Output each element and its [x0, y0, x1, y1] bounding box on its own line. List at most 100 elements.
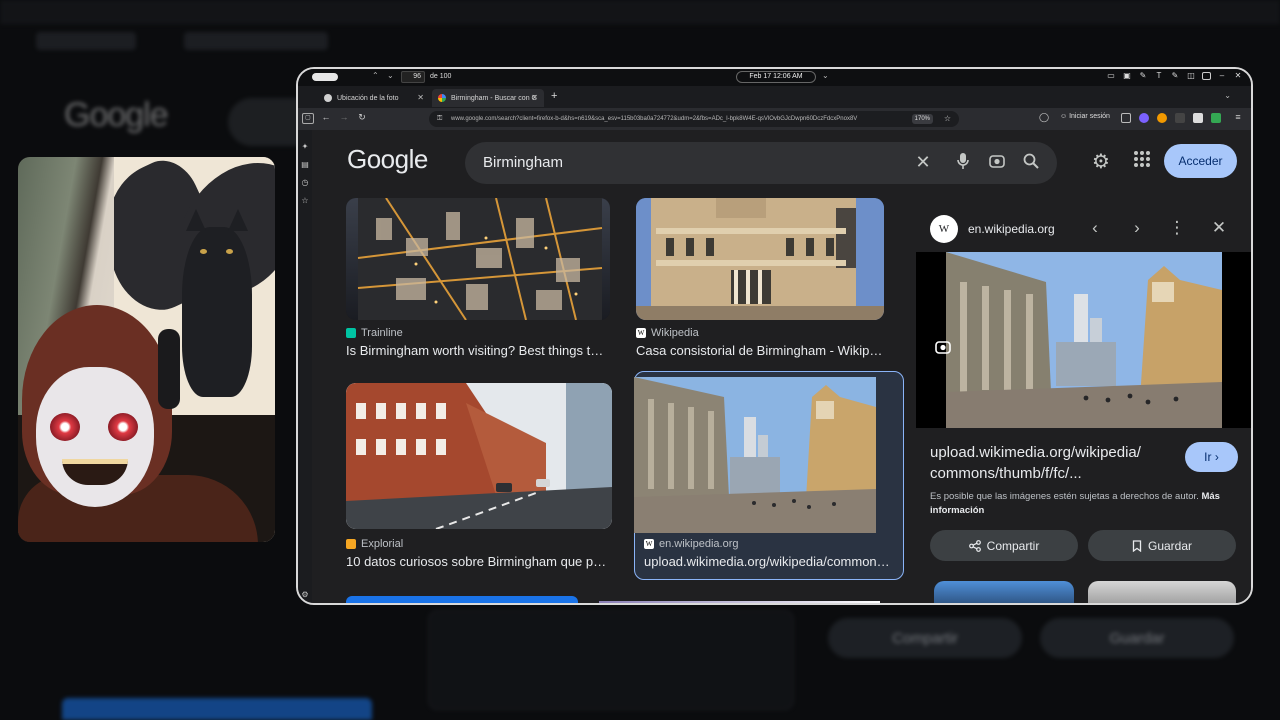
window-close-icon[interactable]: ✕: [1233, 71, 1243, 81]
result-title[interactable]: Is Birmingham worth visiting? Best thing…: [346, 343, 608, 358]
result-image-partial[interactable]: [599, 601, 880, 603]
pen-icon[interactable]: ✎: [1138, 71, 1148, 81]
tab-birmingham-search[interactable]: Birmingham - Buscar con G ✕: [432, 89, 544, 107]
split-icon[interactable]: ◫: [1186, 71, 1196, 81]
panel-image-url[interactable]: upload.wikimedia.org/wikipedia/ commons/…: [930, 442, 1170, 484]
signin-label: Iniciar sesión: [1069, 113, 1110, 120]
back-icon[interactable]: ←: [320, 112, 332, 122]
share-label: Compartir: [986, 538, 1040, 553]
visit-button[interactable]: Ir ›: [1185, 442, 1238, 472]
result-title[interactable]: Casa consistorial de Birmingham - Wikipe…: [636, 343, 884, 358]
result-source[interactable]: Explorial: [346, 538, 403, 550]
background-tab: [184, 32, 328, 50]
bookmarks-icon[interactable]: ☆: [300, 196, 310, 206]
tab-list-icon[interactable]: ⌄: [1224, 91, 1231, 100]
background-blue-bar: [62, 698, 372, 720]
zoom-badge[interactable]: 170%: [911, 114, 933, 124]
tab-bar: Ubicación de la foto ✕ Birmingham - Busc…: [298, 86, 1251, 108]
result-image-street[interactable]: [346, 383, 612, 529]
system-bar: ⌃ ⌄ 96 de 100 Feb 17 12:06 AM ⌄ ▭ ▣ ✎ T …: [298, 69, 1251, 86]
result-source[interactable]: Trainline: [346, 327, 403, 339]
search-box[interactable]: Birmingham ✕: [465, 142, 1057, 184]
apps-icon[interactable]: [1134, 151, 1150, 167]
mask-eye: [50, 413, 80, 441]
tab-photo-location[interactable]: Ubicación de la foto ✕: [318, 89, 430, 107]
related-image-partial[interactable]: [1088, 581, 1236, 603]
minimize-icon[interactable]: –: [1217, 71, 1227, 81]
mic-icon[interactable]: [953, 152, 973, 175]
lens-icon[interactable]: [987, 152, 1007, 175]
chevron-right-icon[interactable]: ›: [1127, 218, 1147, 238]
result-source-label: Wikipedia: [651, 327, 699, 339]
reload-icon[interactable]: ↻: [356, 112, 368, 123]
forward-icon[interactable]: →: [338, 112, 350, 122]
extension-icon[interactable]: [1157, 113, 1167, 123]
wikipedia-favicon: W: [930, 215, 958, 243]
chevron-left-icon[interactable]: ‹: [1085, 218, 1105, 238]
history-icon[interactable]: ◷: [300, 178, 310, 188]
visit-label: Ir: [1204, 450, 1212, 464]
shield-icon[interactable]: ◯: [1038, 112, 1050, 123]
result-source[interactable]: W Wikipedia: [636, 327, 699, 339]
settings-icon[interactable]: ⚙: [1092, 149, 1110, 174]
cat-eye: [226, 249, 233, 254]
sidebar-toggle-icon[interactable]: ▢: [302, 113, 314, 124]
extension-icon[interactable]: [1139, 113, 1149, 123]
panel-domain[interactable]: en.wikipedia.org: [968, 222, 1055, 236]
lens-search-icon[interactable]: [934, 338, 956, 360]
edit-icon[interactable]: ✎: [1170, 71, 1180, 81]
close-tab-icon[interactable]: ✕: [417, 93, 424, 102]
browser-signin[interactable]: ☺ Iniciar sesión: [1060, 113, 1110, 120]
share-button[interactable]: Compartir: [930, 530, 1078, 561]
menu-icon[interactable]: ≡: [1232, 112, 1244, 122]
result-title[interactable]: 10 datos curiosos sobre Birmingham que p…: [346, 554, 608, 569]
cat-ear: [228, 209, 248, 231]
ai-sparkle-icon[interactable]: ✦: [300, 142, 310, 152]
tab-favicon: [324, 94, 332, 102]
image-preview-panel: W en.wikipedia.org ‹ › ⋮ ✕ upload.wikime…: [916, 200, 1251, 603]
signin-button[interactable]: Acceder: [1164, 144, 1237, 178]
toggle-pill[interactable]: [312, 73, 338, 81]
window-icon[interactable]: [1202, 72, 1211, 80]
result-image-partial[interactable]: [346, 596, 578, 603]
save-button[interactable]: Guardar: [1088, 530, 1236, 561]
image-icon[interactable]: ▣: [1122, 71, 1132, 81]
result-image-city-aerial[interactable]: [346, 198, 610, 320]
page-number-field[interactable]: 96: [401, 71, 425, 83]
result-source[interactable]: Wen.wikipedia.org: [644, 538, 739, 550]
mask-mouth: [62, 459, 128, 485]
related-image-partial[interactable]: [934, 581, 1074, 603]
result-title[interactable]: upload.wikimedia.org/wikipedia/commons/t…: [644, 554, 894, 569]
extension-icon[interactable]: [1211, 113, 1221, 123]
extension-icon[interactable]: [1121, 113, 1131, 123]
address-bar[interactable]: ⚿ www.google.com/search?client=firefox-b…: [429, 111, 959, 127]
clock-dropdown-icon[interactable]: ⌄: [822, 71, 829, 80]
result-image-victoria-square[interactable]: [634, 377, 876, 533]
close-tab-icon[interactable]: ✕: [531, 93, 538, 102]
search-query[interactable]: Birmingham: [483, 154, 563, 171]
copyright-notice: Es posible que las imágenes estén sujeta…: [930, 490, 1230, 518]
chevron-down-icon[interactable]: ⌄: [387, 71, 394, 80]
extension-icon[interactable]: [1175, 113, 1185, 123]
bookmark-star-icon[interactable]: ☆: [944, 111, 951, 127]
lock-icon[interactable]: ⚿: [437, 111, 442, 127]
google-logo[interactable]: Google: [347, 144, 428, 175]
search-icon[interactable]: [1021, 152, 1041, 175]
close-icon[interactable]: ✕: [1209, 218, 1229, 238]
save-label: Guardar: [1147, 538, 1193, 553]
customize-icon[interactable]: ⚙: [300, 590, 310, 600]
preview-image[interactable]: [916, 252, 1251, 428]
extension-icon[interactable]: [1193, 113, 1203, 123]
clear-icon[interactable]: ✕: [913, 152, 933, 173]
chevron-up-icon[interactable]: ⌃: [372, 71, 379, 80]
background-save-button: Guardar: [1040, 618, 1234, 658]
trainline-favicon: [346, 328, 356, 338]
new-tab-icon[interactable]: +: [551, 90, 557, 102]
more-icon[interactable]: ⋮: [1167, 218, 1187, 238]
tabs-icon[interactable]: ▤: [300, 160, 310, 170]
system-tray: ▭ ▣ ✎ T ✎ ◫ – ✕: [1106, 71, 1243, 81]
result-image-council-house[interactable]: [636, 198, 884, 320]
clock[interactable]: Feb 17 12:06 AM: [736, 71, 816, 83]
text-icon[interactable]: T: [1154, 71, 1164, 81]
comment-icon[interactable]: ▭: [1106, 71, 1116, 81]
